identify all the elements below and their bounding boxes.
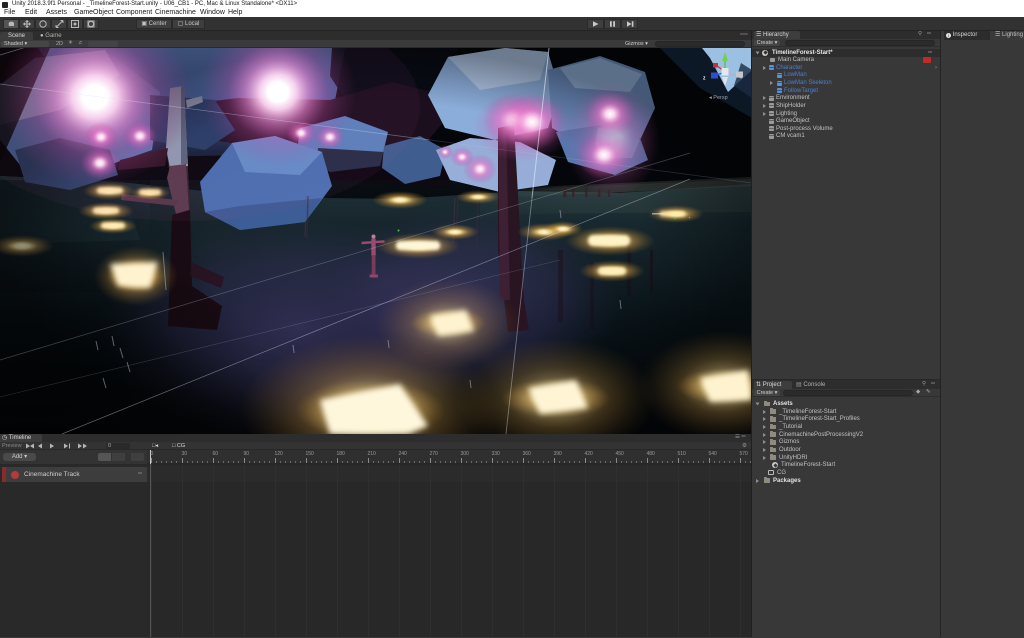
- svg-text:◂ Persp: ◂ Persp: [709, 95, 728, 101]
